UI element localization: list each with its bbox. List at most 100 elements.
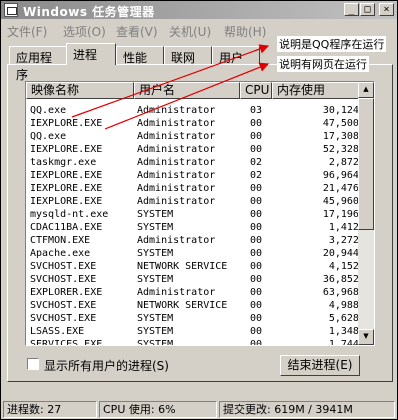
cell-image-name: IEXPLORE.EXE	[30, 183, 103, 194]
table-row[interactable]: SVCHOST.EXE NETWORK SERVICE 00 4,988 K	[26, 299, 371, 312]
cell-user-name: Administrator	[137, 183, 216, 194]
cell-user-name: Administrator	[137, 196, 216, 207]
cell-cpu: 02	[250, 170, 263, 181]
end-process-button[interactable]: 结束进程(E)	[280, 355, 360, 376]
cell-user-name: NETWORK SERVICE	[137, 261, 228, 272]
cell-image-name: IEXPLORE.EXE	[30, 118, 103, 129]
cell-cpu: 00	[250, 261, 263, 272]
cell-user-name: SYSTEM	[137, 222, 174, 233]
cell-cpu: 00	[250, 144, 263, 155]
status-cpu-usage: CPU 使用: 6%	[99, 401, 217, 418]
table-row[interactable]: CDAC11BA.EXE SYSTEM 00 1,412 K	[26, 221, 371, 234]
tab-networking[interactable]: 联网	[164, 46, 212, 65]
table-row[interactable]: EXPLORER.EXE Administrator 00 63,968 K	[26, 286, 371, 299]
show-all-users-checkbox[interactable]	[27, 358, 39, 370]
table-row[interactable]: QQ.exe Administrator 00 17,308 K	[26, 130, 371, 143]
cell-user-name: Administrator	[137, 157, 216, 168]
table-row[interactable]: SVCHOST.EXE SYSTEM 00 36,852 K	[26, 273, 371, 286]
table-row[interactable]: CTFMON.EXE Administrator 00 3,272 K	[26, 234, 371, 247]
column-header-user-name[interactable]: 用户名	[134, 82, 240, 99]
menu-view[interactable]: 查看(V)	[116, 23, 158, 40]
cell-cpu: 00	[250, 287, 263, 298]
cell-image-name: IEXPLORE.EXE	[30, 170, 103, 181]
cell-user-name: Administrator	[137, 235, 216, 246]
table-row[interactable]: IEXPLORE.EXE Administrator 00 47,500 K	[26, 117, 371, 130]
cell-user-name: SYSTEM	[137, 248, 174, 259]
cell-cpu: 00	[250, 209, 263, 220]
maximize-button[interactable]: □	[360, 3, 375, 16]
cell-cpu: 00	[250, 131, 263, 142]
cell-user-name: Administrator	[137, 131, 216, 142]
window-title: Windows 任务管理器	[23, 5, 155, 19]
cell-cpu: 00	[250, 326, 263, 337]
annotation-qq: 说明是QQ程序在运行	[277, 36, 387, 52]
tab-users[interactable]: 用户	[212, 46, 260, 65]
cell-cpu: 00	[250, 118, 263, 129]
cell-user-name: SYSTEM	[137, 209, 174, 220]
scroll-thumb[interactable]	[358, 98, 374, 230]
table-row[interactable]: SERVICES.EXE SYSTEM 00 1,744 K	[26, 338, 371, 346]
cell-image-name: SVCHOST.EXE	[30, 274, 97, 285]
cell-image-name: QQ.exe	[30, 105, 67, 116]
cell-user-name: Administrator	[137, 118, 216, 129]
cell-user-name: Administrator	[137, 170, 216, 181]
menu-options[interactable]: 选项(O)	[63, 23, 106, 40]
cell-cpu: 00	[250, 313, 263, 324]
cell-image-name: SVCHOST.EXE	[30, 313, 97, 324]
cell-image-name: IEXPLORE.EXE	[30, 144, 103, 155]
status-process-count: 进程数: 27	[3, 401, 97, 418]
cell-image-name: EXPLORER.EXE	[30, 287, 103, 298]
table-row[interactable]: SVCHOST.EXE SYSTEM 00 5,628 K	[26, 312, 371, 325]
column-header-cpu[interactable]: CPU	[240, 82, 272, 99]
table-row[interactable]: IEXPLORE.EXE Administrator 02 96,964 K	[26, 169, 371, 182]
cell-image-name: CTFMON.EXE	[30, 235, 91, 246]
cell-image-name: SVCHOST.EXE	[30, 300, 97, 311]
cell-user-name: SYSTEM	[137, 313, 174, 324]
status-commit-charge: 提交更改: 619M / 3941M	[219, 401, 395, 418]
cell-user-name: Administrator	[137, 287, 216, 298]
table-row[interactable]: LSASS.EXE SYSTEM 00 1,348 K	[26, 325, 371, 338]
cell-image-name: taskmgr.exe	[30, 157, 97, 168]
cell-image-name: LSASS.EXE	[30, 326, 85, 337]
table-row[interactable]: Apache.exe SYSTEM 00 20,944 K	[26, 247, 371, 260]
show-all-users-label[interactable]: 显示所有用户的进程(S)	[44, 357, 169, 374]
cell-user-name: Administrator	[137, 144, 216, 155]
cell-image-name: mysqld-nt.exe	[30, 209, 109, 220]
table-row[interactable]: IEXPLORE.EXE Administrator 00 21,476 K	[26, 182, 371, 195]
table-row[interactable]: QQ.exe Administrator 03 30,124 K	[26, 104, 371, 117]
cell-user-name: Administrator	[137, 105, 216, 116]
cell-cpu: 00	[250, 300, 263, 311]
table-row[interactable]: taskmgr.exe Administrator 02 2,872 K	[26, 156, 371, 169]
column-header-image-name[interactable]: 映像名称	[26, 82, 134, 99]
cell-user-name: SYSTEM	[137, 274, 174, 285]
table-row[interactable]: mysqld-nt.exe SYSTEM 00 17,196 K	[26, 208, 371, 221]
close-button[interactable]: ×	[379, 3, 394, 16]
table-row[interactable]: IEXPLORE.EXE Administrator 00 45,960 K	[26, 195, 371, 208]
tab-applications[interactable]: 应用程序	[9, 46, 67, 82]
cell-user-name: SYSTEM	[137, 326, 174, 337]
vertical-scrollbar[interactable]: ▲ ▼	[358, 82, 374, 345]
scroll-down-arrow[interactable]: ▼	[358, 329, 374, 345]
tab-performance[interactable]: 性能	[116, 46, 164, 65]
cell-user-name: NETWORK SERVICE	[137, 300, 228, 311]
cell-image-name: CDAC11BA.EXE	[30, 222, 103, 233]
table-row[interactable]: IEXPLORE.EXE Administrator 00 52,328 K	[26, 143, 371, 156]
minimize-button[interactable]: _	[344, 3, 359, 16]
title-bar[interactable]: Windows 任务管理器 _ □ ×	[1, 1, 397, 19]
tab-processes[interactable]: 进程	[66, 43, 116, 65]
menu-file[interactable]: 文件(F)	[7, 23, 47, 40]
cell-image-name: SVCHOST.EXE	[30, 261, 97, 272]
cell-cpu: 02	[250, 157, 263, 168]
process-list[interactable]: 映像名称 用户名 CPU 内存使用 QQ.exe Administrator 03 3…	[25, 81, 375, 346]
cell-user-name: SYSTEM	[137, 339, 174, 346]
cell-cpu: 03	[250, 105, 263, 116]
menu-help[interactable]: 帮助(H)	[224, 23, 266, 40]
cell-cpu: 00	[250, 183, 263, 194]
cell-image-name: Apache.exe	[30, 248, 91, 259]
column-header-memory[interactable]: 内存使用	[272, 82, 359, 99]
menu-shutdown[interactable]: 关机(U)	[169, 23, 211, 40]
annotation-ie: 说明有网页在运行	[277, 56, 369, 72]
scroll-up-arrow[interactable]: ▲	[358, 82, 374, 98]
table-row[interactable]: SVCHOST.EXE NETWORK SERVICE 00 4,152 K	[26, 260, 371, 273]
cell-cpu: 00	[250, 196, 263, 207]
